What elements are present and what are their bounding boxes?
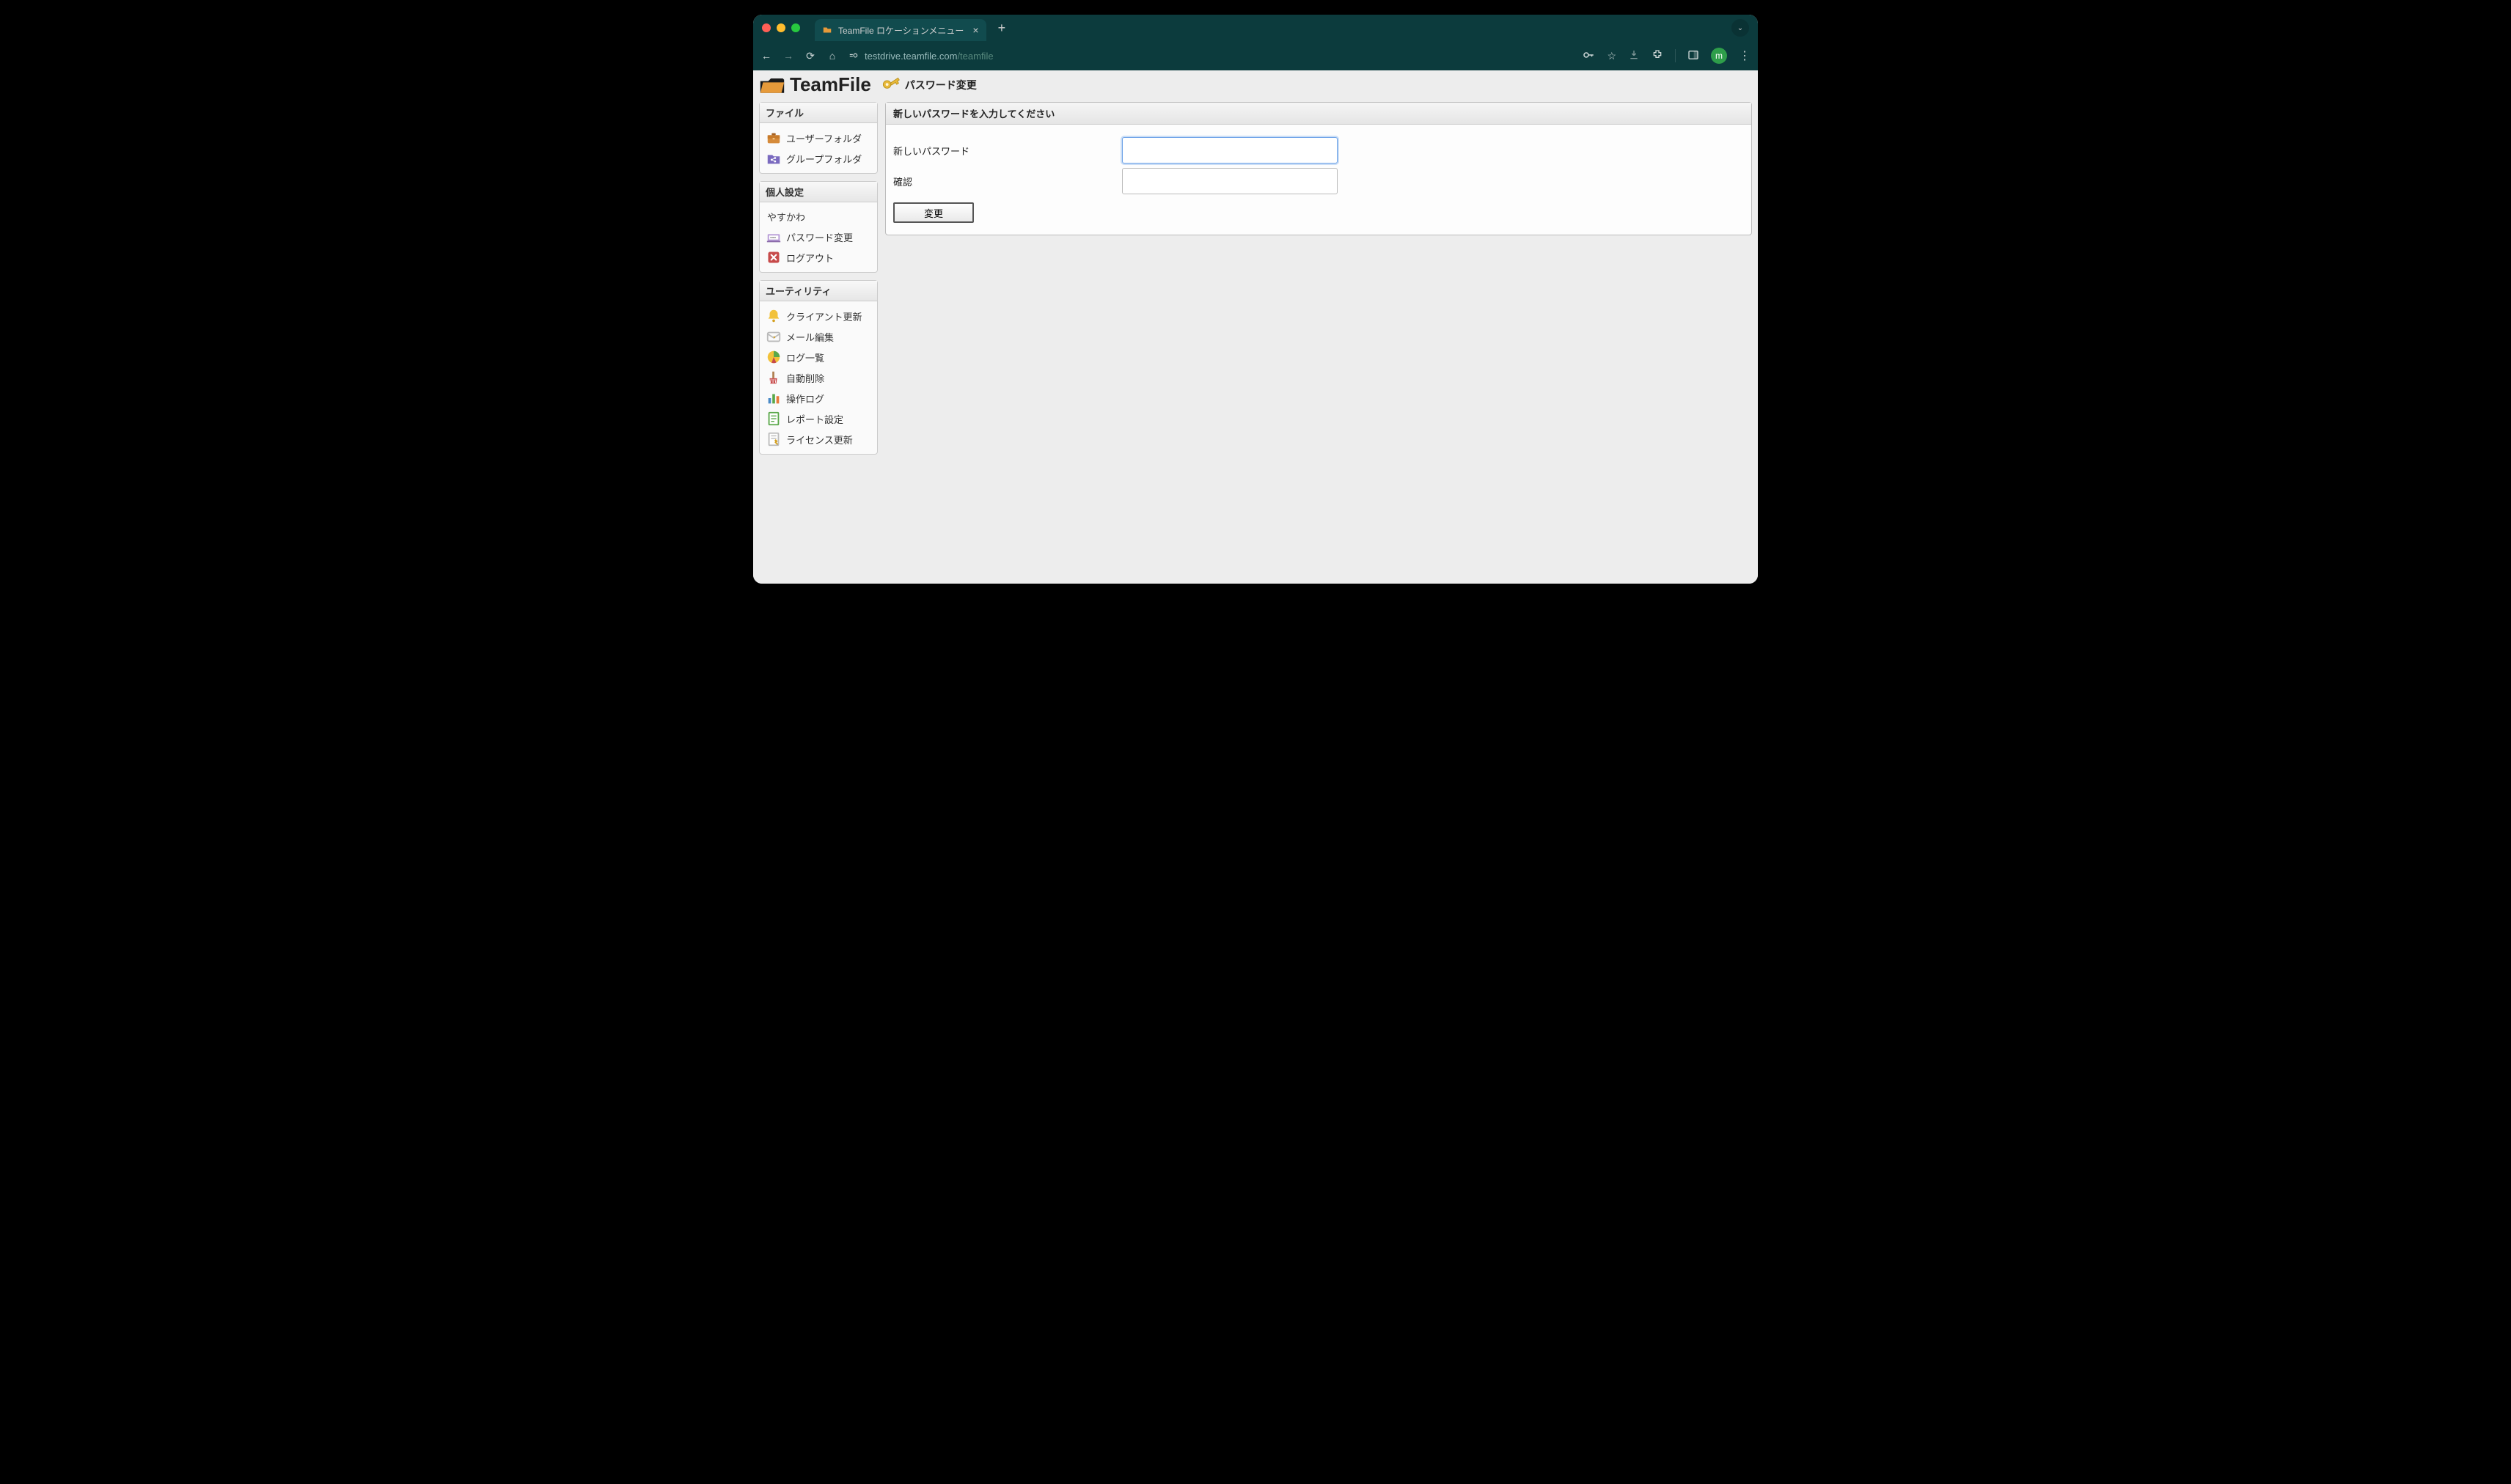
toolbar-right: ☆ m ⋮ xyxy=(1582,48,1751,64)
site-settings-icon[interactable] xyxy=(848,50,859,62)
page-title: パスワード変更 xyxy=(905,78,977,92)
barchart-icon xyxy=(766,390,782,406)
sidebar-item-password[interactable]: パスワード変更 xyxy=(763,227,874,247)
tab-title: TeamFile ロケーションメニュー xyxy=(838,24,964,37)
bookmark-icon[interactable]: ☆ xyxy=(1607,50,1616,62)
sidebar-panel-file: ファイル ユーザーフォルダ グループフォルダ xyxy=(759,102,878,174)
sidebar-item-auto-delete[interactable]: 自動削除 xyxy=(763,367,874,388)
menu-icon[interactable]: ⋮ xyxy=(1739,48,1751,63)
sidebar-item-label: レポート設定 xyxy=(786,412,843,426)
panel-title-utility: ユーティリティ xyxy=(760,281,877,301)
sidebar-item-label: グループフォルダ xyxy=(786,152,862,166)
key-title-icon xyxy=(880,75,901,95)
app-logo[interactable]: TeamFile xyxy=(759,73,871,96)
report-icon xyxy=(766,411,782,427)
home-icon[interactable]: ⌂ xyxy=(826,50,838,62)
sidebar-item-license-update[interactable]: ライセンス更新 xyxy=(763,429,874,449)
label-new-password: 新しいパスワード xyxy=(893,144,1122,158)
main-content: 新しいパスワードを入力してください 新しいパスワード 確認 変更 xyxy=(885,102,1752,235)
form-row-confirm: 確認 xyxy=(893,166,1744,196)
new-tab-icon[interactable]: + xyxy=(998,21,1006,36)
sidebar-item-label: ログアウト xyxy=(786,251,834,265)
submit-button[interactable]: 変更 xyxy=(893,202,974,223)
reload-icon[interactable]: ⟳ xyxy=(804,50,816,62)
forward-icon[interactable]: → xyxy=(782,50,794,62)
titlebar: TeamFile ロケーションメニュー × + ⌄ xyxy=(753,15,1758,41)
sidebar-item-label: ライセンス更新 xyxy=(786,433,853,447)
sidebar-item-client-update[interactable]: クライアント更新 xyxy=(763,306,874,326)
sidebar-item-group-folder[interactable]: グループフォルダ xyxy=(763,148,874,169)
extensions-icon[interactable] xyxy=(1652,49,1663,63)
sidebar-item-log-list[interactable]: ログ一覧 xyxy=(763,347,874,367)
browser-tab[interactable]: TeamFile ロケーションメニュー × xyxy=(815,19,986,41)
url-host: testdrive.teamfile.com xyxy=(865,51,957,62)
briefcase-icon xyxy=(766,130,782,146)
tab-close-icon[interactable]: × xyxy=(972,24,978,36)
app-viewport: TeamFile パスワード変更 ファイル xyxy=(753,70,1758,584)
close-window-icon[interactable] xyxy=(762,23,771,32)
tabs-dropdown-icon[interactable]: ⌄ xyxy=(1731,19,1749,37)
folder-logo-icon xyxy=(759,74,785,96)
browser-window: TeamFile ロケーションメニュー × + ⌄ ← → ⟳ ⌂ testdr… xyxy=(753,15,1758,584)
input-new-password[interactable] xyxy=(1122,137,1338,164)
input-confirm[interactable] xyxy=(1122,168,1338,194)
sidebar-item-label: 操作ログ xyxy=(786,392,824,405)
bell-icon xyxy=(766,308,782,324)
sidebar-username: やすかわ xyxy=(763,207,874,227)
panel-title-personal: 個人設定 xyxy=(760,182,877,202)
browser-toolbar: ← → ⟳ ⌂ testdrive.teamfile.com/teamfile … xyxy=(753,41,1758,70)
sidebar-item-label: メール編集 xyxy=(786,330,834,344)
app-body: ファイル ユーザーフォルダ グループフォルダ xyxy=(753,98,1758,463)
sidebar-item-logout[interactable]: ログアウト xyxy=(763,247,874,268)
form-row-new-password: 新しいパスワード xyxy=(893,135,1744,166)
form-heading: 新しいパスワードを入力してください xyxy=(886,103,1751,125)
password-form-panel: 新しいパスワードを入力してください 新しいパスワード 確認 変更 xyxy=(885,102,1752,235)
install-icon[interactable] xyxy=(1628,49,1640,63)
sidebar-item-label: クライアント更新 xyxy=(786,309,862,323)
url-path: /teamfile xyxy=(957,51,993,62)
logout-icon xyxy=(766,249,782,265)
sidebar-item-mail-edit[interactable]: メール編集 xyxy=(763,326,874,347)
sidebar-item-user-folder[interactable]: ユーザーフォルダ xyxy=(763,128,874,148)
back-icon[interactable]: ← xyxy=(760,50,772,62)
sidepanel-icon[interactable] xyxy=(1687,49,1699,63)
sidebar-item-report-settings[interactable]: レポート設定 xyxy=(763,408,874,429)
cleanup-icon xyxy=(766,370,782,386)
key-icon[interactable] xyxy=(1582,48,1595,64)
maximize-window-icon[interactable] xyxy=(791,23,800,32)
page-title-bar: パスワード変更 xyxy=(880,75,977,95)
label-confirm: 確認 xyxy=(893,175,1122,188)
sidebar-panel-utility: ユーティリティ クライアント更新 メール編集 xyxy=(759,280,878,455)
divider xyxy=(1675,49,1676,62)
app-header: TeamFile パスワード変更 xyxy=(753,70,1758,98)
sidebar: ファイル ユーザーフォルダ グループフォルダ xyxy=(759,102,878,455)
favicon-icon xyxy=(822,25,832,35)
address-bar[interactable]: testdrive.teamfile.com/teamfile xyxy=(848,50,1572,62)
sidebar-item-label: ログ一覧 xyxy=(786,350,824,364)
sidebar-item-label: パスワード変更 xyxy=(786,230,853,244)
panel-title-file: ファイル xyxy=(760,103,877,123)
piechart-icon xyxy=(766,349,782,365)
license-icon xyxy=(766,431,782,447)
minimize-window-icon[interactable] xyxy=(777,23,785,32)
sidebar-item-label: ユーザーフォルダ xyxy=(786,131,862,145)
profile-avatar[interactable]: m xyxy=(1711,48,1727,64)
share-folder-icon xyxy=(766,150,782,166)
mail-icon xyxy=(766,328,782,345)
logo-text: TeamFile xyxy=(790,73,871,96)
password-icon xyxy=(766,229,782,245)
sidebar-item-operation-log[interactable]: 操作ログ xyxy=(763,388,874,408)
sidebar-item-label: 自動削除 xyxy=(786,371,824,385)
sidebar-panel-personal: 個人設定 やすかわ パスワード変更 xyxy=(759,181,878,273)
traffic-lights xyxy=(762,23,800,32)
